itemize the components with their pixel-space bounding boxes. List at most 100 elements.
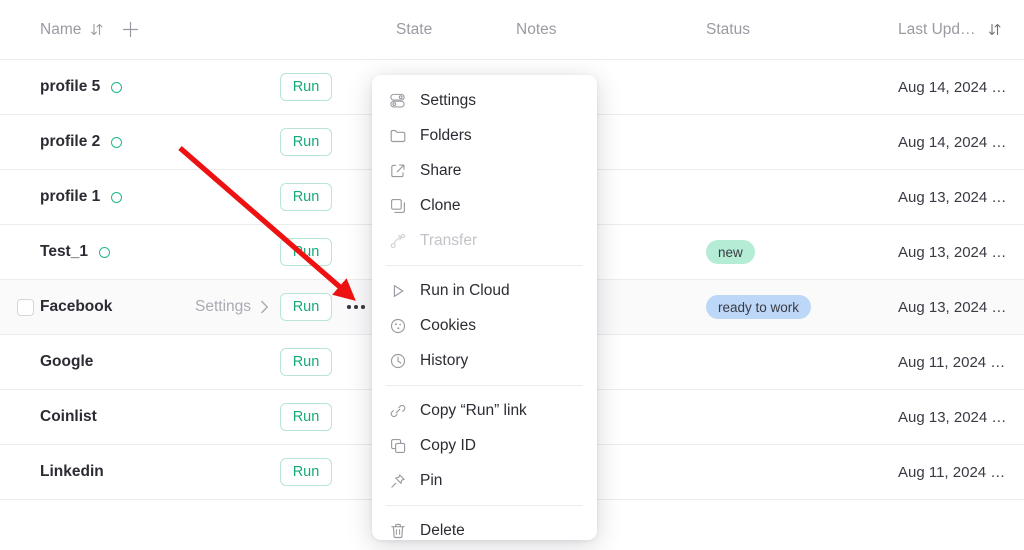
status-dot-icon (111, 191, 123, 203)
row-status-cell: new (706, 225, 755, 279)
row-last-updated-cell: Aug 11, 2024 … (898, 463, 1006, 481)
column-header-name-label: Name (40, 20, 82, 38)
status-badge: new (706, 240, 755, 264)
row-context-menu[interactable]: Settings Folders Share Clone Transfer Ru… (372, 75, 597, 540)
play-icon (388, 281, 407, 300)
menu-item-label: Folders (420, 126, 472, 144)
menu-item-settings[interactable]: Settings (372, 83, 597, 118)
menu-item-cookies[interactable]: Cookies (372, 308, 597, 343)
menu-item-label: Share (420, 161, 462, 179)
column-header-state[interactable]: State (396, 0, 432, 59)
profiles-table-screen: Name State Notes Status Last Upd… profil… (0, 0, 1024, 550)
menu-item-label: Delete (420, 521, 465, 539)
menu-item-copy-id[interactable]: Copy ID (372, 428, 597, 463)
column-header-notes[interactable]: Notes (516, 0, 557, 59)
row-name-label: profile 2 (40, 133, 101, 150)
status-dot-icon (111, 81, 123, 93)
cookie-icon (388, 316, 407, 335)
menu-item-delete[interactable]: Delete (372, 513, 597, 548)
row-last-updated-cell: Aug 14, 2024 … (898, 133, 1007, 151)
status-dot-icon (111, 136, 123, 148)
row-name-cell: Coinlist (40, 390, 97, 444)
menu-item-run-in-cloud[interactable]: Run in Cloud (372, 273, 597, 308)
menu-item-history[interactable]: History (372, 343, 597, 378)
table-header: Name State Notes Status Last Upd… (0, 0, 1024, 60)
row-last-updated-cell: Aug 13, 2024 … (898, 243, 1007, 261)
run-button[interactable]: Run (280, 238, 332, 266)
clock-icon (388, 351, 407, 370)
folder-icon (388, 126, 407, 145)
menu-divider (386, 385, 583, 386)
menu-item-label: Copy “Run” link (420, 401, 527, 419)
row-name-cell: profile 1 (40, 170, 123, 224)
row-name-cell: profile 5 (40, 60, 123, 114)
add-column-button[interactable] (122, 0, 139, 59)
row-run-cell: Run (280, 60, 332, 114)
row-run-cell: Run (280, 390, 332, 444)
run-button[interactable]: Run (280, 73, 332, 101)
row-name-label: Google (40, 353, 94, 370)
row-select-checkbox[interactable] (10, 280, 40, 334)
row-name-cell: Google (40, 335, 93, 389)
checkbox-box[interactable] (16, 298, 34, 316)
row-name-cell: Test_1 (40, 225, 110, 279)
row-name-label: Linkedin (40, 463, 104, 480)
menu-item-pin[interactable]: Pin (372, 463, 597, 498)
menu-item-folders[interactable]: Folders (372, 118, 597, 153)
pin-icon (388, 471, 407, 490)
status-badge: ready to work (706, 295, 812, 319)
link-icon (388, 401, 407, 420)
row-last-updated-cell: Aug 13, 2024 … (898, 408, 1007, 426)
menu-item-label: Run in Cloud (420, 281, 510, 299)
share-icon (388, 161, 407, 180)
column-header-last-updated-label: Last Upd… (898, 20, 976, 38)
row-name-label: profile 1 (40, 188, 101, 205)
column-header-name[interactable]: Name (40, 0, 103, 59)
run-button[interactable]: Run (280, 293, 332, 321)
column-header-last-updated[interactable]: Last Upd… (898, 0, 976, 59)
menu-item-label: Pin (420, 471, 443, 489)
row-run-cell: Run (280, 170, 332, 224)
row-name-cell: Linkedin (40, 445, 104, 499)
row-run-cell: Run (280, 225, 332, 279)
row-settings-link[interactable]: Settings (195, 280, 269, 334)
row-run-cell: Run (280, 115, 332, 169)
row-settings-label: Settings (195, 298, 252, 315)
row-last-updated-cell: Aug 13, 2024 … (898, 298, 1007, 316)
row-name-label: Coinlist (40, 408, 97, 425)
row-name-label: Test_1 (40, 243, 88, 260)
menu-item-share[interactable]: Share (372, 153, 597, 188)
transfer-icon (388, 231, 407, 250)
copy-icon (388, 436, 407, 455)
status-dot-icon (98, 246, 110, 258)
column-header-status[interactable]: Status (706, 0, 750, 59)
run-button[interactable]: Run (280, 458, 332, 486)
chevron-right-icon (260, 300, 269, 314)
row-name-label: profile 5 (40, 78, 101, 95)
menu-divider (386, 505, 583, 506)
row-name-cell: profile 2 (40, 115, 123, 169)
menu-item-copy-run-link[interactable]: Copy “Run” link (372, 393, 597, 428)
menu-item-clone[interactable]: Clone (372, 188, 597, 223)
column-header-notes-label: Notes (516, 20, 557, 38)
sort-updown-icon[interactable] (90, 22, 103, 37)
clone-icon (388, 196, 407, 215)
row-run-cell: Run (280, 445, 332, 499)
row-last-updated-cell: Aug 14, 2024 … (898, 78, 1007, 96)
run-button[interactable]: Run (280, 128, 332, 156)
menu-divider (386, 265, 583, 266)
sliders-icon (388, 91, 407, 110)
trash-icon (388, 521, 407, 540)
row-more-actions-button[interactable] (344, 280, 368, 334)
run-button[interactable]: Run (280, 403, 332, 431)
row-name-label: Facebook (40, 298, 113, 315)
ellipsis-icon (347, 305, 365, 309)
run-button[interactable]: Run (280, 183, 332, 211)
menu-item-label: History (420, 351, 469, 369)
sort-updown-icon-last-updated[interactable] (988, 0, 1001, 59)
row-run-cell: Run (280, 280, 332, 334)
menu-item-transfer: Transfer (372, 223, 597, 258)
menu-item-label: Transfer (420, 231, 478, 249)
menu-item-label: Cookies (420, 316, 476, 334)
run-button[interactable]: Run (280, 348, 332, 376)
